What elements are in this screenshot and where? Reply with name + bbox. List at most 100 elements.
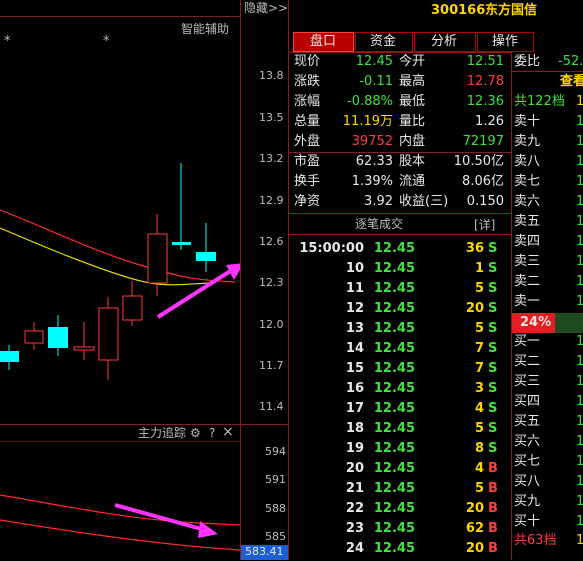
sell-total: 共122档 bbox=[514, 94, 565, 109]
tab-zijin[interactable]: 资金 bbox=[355, 32, 413, 52]
ma-red-line bbox=[0, 209, 236, 283]
buy-level-label[interactable]: 买三 bbox=[514, 373, 540, 391]
tick-time: 11 bbox=[345, 281, 364, 296]
tick-side: S bbox=[488, 361, 498, 376]
sell-level-label[interactable]: 卖九 bbox=[514, 133, 540, 151]
tick-time: 17 bbox=[345, 401, 364, 416]
price-tick: 13.8 bbox=[259, 69, 284, 82]
ma-yellow-line bbox=[0, 227, 211, 286]
tick-time: 21 bbox=[345, 481, 364, 496]
quote-value: 39752 bbox=[351, 134, 393, 149]
tick-price: 12.45 bbox=[373, 501, 415, 516]
tick-side: B bbox=[488, 481, 498, 496]
ticks-detail-button[interactable]: [详] bbox=[474, 216, 495, 234]
quote-value: 12.45 bbox=[355, 54, 393, 69]
quote-value: 11.19万 bbox=[342, 114, 393, 129]
quote-value: 0.150 bbox=[466, 194, 504, 209]
tab-pankou[interactable]: 盘口 bbox=[293, 32, 354, 52]
sell-level-label[interactable]: 卖三 bbox=[514, 253, 540, 271]
stock-name: 东方国信 bbox=[485, 3, 538, 18]
quote-value: 12.51 bbox=[466, 54, 504, 69]
view-button[interactable]: 查看 bbox=[560, 73, 583, 91]
tracker-line-upper bbox=[0, 494, 240, 526]
sell-level-price: 1 bbox=[576, 234, 583, 249]
tick-side: S bbox=[488, 241, 498, 256]
tick-side: B bbox=[488, 541, 498, 556]
buy-level-price: 1 bbox=[576, 354, 583, 369]
tick-price: 12.45 bbox=[373, 341, 415, 356]
tick-side: S bbox=[488, 401, 498, 416]
quote-value: 72197 bbox=[462, 134, 504, 149]
sell-level-label[interactable]: 卖二 bbox=[514, 273, 540, 291]
buy-level-label[interactable]: 买十 bbox=[514, 513, 540, 531]
tick-side: S bbox=[488, 321, 498, 336]
tick-volume: 4 bbox=[474, 401, 484, 416]
quote-label: 流通 bbox=[399, 174, 426, 189]
tracker-tick: 594 bbox=[265, 445, 286, 458]
tick-price: 12.45 bbox=[373, 381, 415, 396]
tick-side: S bbox=[488, 301, 498, 316]
quote-value: 62.33 bbox=[355, 154, 393, 169]
tick-price: 12.45 bbox=[373, 441, 415, 456]
tick-price: 12.45 bbox=[373, 321, 415, 336]
quote-label: 净资 bbox=[294, 194, 321, 209]
sell-level-label[interactable]: 卖十 bbox=[514, 113, 540, 131]
tracker-current-value: 583.41 bbox=[241, 545, 288, 560]
tick-side: B bbox=[488, 461, 498, 476]
buy-level-label[interactable]: 买二 bbox=[514, 353, 540, 371]
price-tick: 11.4 bbox=[259, 400, 284, 413]
quote-label: 市盈 bbox=[294, 154, 321, 169]
tick-volume: 7 bbox=[474, 361, 484, 376]
price-tick: 12.3 bbox=[259, 276, 284, 289]
quote-label: 换手 bbox=[294, 174, 321, 189]
buy-level-label[interactable]: 买五 bbox=[514, 413, 540, 431]
kline-panel[interactable]: 智能辅助 * * 13.8 13.5 13.2 12.9 12.6 12.3 1… bbox=[0, 0, 289, 560]
buy-level-label[interactable]: 买七 bbox=[514, 453, 540, 471]
quote-value: 12.78 bbox=[466, 74, 504, 89]
right-divider bbox=[288, 0, 289, 560]
buy-level-price: 1 bbox=[576, 374, 583, 389]
buy-level-label[interactable]: 买六 bbox=[514, 433, 540, 451]
price-tick: 12.0 bbox=[259, 318, 284, 331]
quote-value: -0.11 bbox=[359, 74, 393, 89]
ratio-label: 委比 bbox=[514, 54, 541, 69]
sell-level-price: 1 bbox=[576, 274, 583, 289]
tick-price: 12.45 bbox=[373, 461, 415, 476]
quote-value: -0.88% bbox=[347, 94, 393, 109]
buy-level-label[interactable]: 买一 bbox=[514, 333, 540, 351]
sell-level-label[interactable]: 卖四 bbox=[514, 233, 540, 251]
buy-level-price: 1 bbox=[576, 514, 583, 529]
tab-fenxi[interactable]: 分析 bbox=[414, 32, 476, 52]
tick-side: S bbox=[488, 281, 498, 296]
tab-caozuo[interactable]: 操作 bbox=[477, 32, 534, 52]
buy-level-label[interactable]: 买四 bbox=[514, 393, 540, 411]
tracker-chart bbox=[0, 494, 240, 551]
tick-volume: 1 bbox=[474, 261, 484, 276]
sell-level-label[interactable]: 卖七 bbox=[514, 173, 540, 191]
tick-volume: 62 bbox=[465, 521, 484, 536]
ticks-title: 逐笔成交 bbox=[355, 217, 404, 231]
tick-side: B bbox=[488, 521, 498, 536]
price-tick: 12.6 bbox=[259, 235, 284, 248]
tick-time: 20 bbox=[345, 461, 364, 476]
quote-value: 12.36 bbox=[466, 94, 504, 109]
buy-level-price: 1 bbox=[576, 434, 583, 449]
sell-level-price: 1 bbox=[576, 154, 583, 169]
quote-label: 内盘 bbox=[399, 134, 426, 149]
tick-volume: 4 bbox=[474, 461, 484, 476]
tick-volume: 5 bbox=[474, 321, 484, 336]
tick-time: 14 bbox=[345, 341, 364, 356]
sell-level-label[interactable]: 卖六 bbox=[514, 193, 540, 211]
tick-price: 12.45 bbox=[373, 521, 415, 536]
hide-panel-button[interactable]: 隐藏>> bbox=[244, 0, 288, 17]
buy-level-label[interactable]: 买八 bbox=[514, 473, 540, 491]
sell-level-label[interactable]: 卖五 bbox=[514, 213, 540, 231]
quote-label: 涨幅 bbox=[294, 94, 321, 109]
tick-price: 12.45 bbox=[373, 541, 415, 556]
sell-level-label[interactable]: 卖八 bbox=[514, 153, 540, 171]
sell-level-label[interactable]: 卖一 bbox=[514, 293, 540, 311]
tick-time: 12 bbox=[345, 301, 364, 316]
tick-time: 15 bbox=[345, 361, 364, 376]
buy-level-label[interactable]: 买九 bbox=[514, 493, 540, 511]
arrow-down-icon bbox=[114, 503, 218, 538]
